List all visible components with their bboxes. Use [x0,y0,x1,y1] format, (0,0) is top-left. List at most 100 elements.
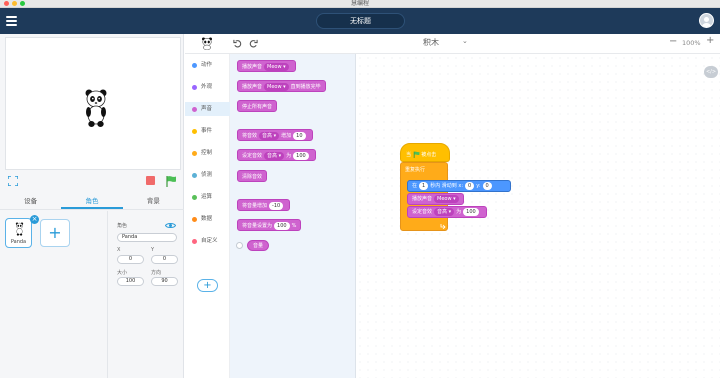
category-control[interactable]: 控制 [185,146,230,160]
mode-select[interactable]: 积木 [423,37,439,48]
add-extension-button[interactable]: + [197,279,218,292]
add-sprite-button[interactable]: + [40,219,70,247]
script-workspace[interactable]: </> 当 被点击 重复执行 在 1 秒内 滑动到 x: 0 y: 0 播放声音 Meow … [356,54,720,378]
reporter-volume[interactable]: 音量 [247,240,270,251]
user-avatar[interactable] [699,13,714,28]
effect-dropdown[interactable]: 音高 ▾ [264,152,285,160]
set-value-input[interactable]: 100 [463,208,479,216]
operators-dot-icon [192,195,197,200]
category-motion[interactable]: 动作 [185,58,230,72]
block-glide-to-xy[interactable]: 在 1 秒内 滑动到 x: 0 y: 0 [407,180,511,192]
x-input[interactable]: 0 [117,255,144,264]
sound-dropdown[interactable]: Meow ▾ [264,63,289,71]
block-label: 停止所有声音 [242,104,273,110]
block-label: 在 [412,183,418,189]
sprite-card-panda[interactable]: Panda × [5,215,39,248]
visibility-eye-icon[interactable] [165,222,176,229]
sprite-name-input[interactable]: Panda [117,233,177,242]
app-header: 无标题 [0,8,720,34]
category-sensing[interactable]: 侦测 [185,168,230,182]
motion-dot-icon [192,63,197,68]
block-label: 将音量增加 [242,203,268,209]
block-label: 被点击 [421,152,437,158]
volume-checkbox[interactable] [236,242,243,249]
control-dot-icon [192,151,197,156]
redo-icon[interactable] [249,39,258,48]
looks-dot-icon [192,85,197,90]
zoom-in-icon[interactable]: + [706,35,714,46]
fullscreen-icon[interactable] [8,176,18,186]
glide-y-input[interactable]: 0 [482,182,492,190]
category-bar: 动作 外观 声音 事件 控制 侦测 运算 数据 自定义 + [185,54,230,378]
block-label: 播放声音 [412,196,433,202]
category-label: 外观 [201,84,213,90]
block-when-flag-clicked[interactable]: 当 被点击 [400,143,450,162]
tab-backdrop[interactable]: 背景 [123,194,184,209]
block-label: 为 [286,153,292,159]
y-input[interactable]: 0 [151,255,178,264]
category-sound[interactable]: 声音 [185,102,230,116]
block-set-volume[interactable]: 将音量设置为 100% [237,219,302,231]
sound-dropdown[interactable]: Meow ▾ [264,83,289,91]
project-title-field[interactable]: 无标题 [316,13,405,29]
stage-controls [5,174,181,188]
dropdown-value: Meow [267,84,282,90]
code-view-toggle-icon[interactable]: </> [704,66,718,78]
delete-sprite-icon[interactable]: × [30,215,39,224]
block-play-sound[interactable]: 播放声音 Meow ▾ [407,193,464,205]
block-label: y: [476,183,481,189]
block-label: 秒内 滑动到 x: [430,183,464,189]
set-value-input[interactable]: 100 [293,152,309,160]
change-value-input[interactable]: 10 [293,132,306,140]
custom-dot-icon [192,239,197,244]
category-looks[interactable]: 外观 [185,80,230,94]
size-input[interactable]: 100 [117,277,144,286]
green-flag-icon [413,151,420,158]
category-label: 数据 [201,216,213,222]
block-play-sound[interactable]: 播放声音 Meow ▾ [237,60,296,72]
sprite-name-label: 角色 [117,223,128,229]
block-label: 将音量设置为 [242,223,273,229]
block-set-effect[interactable]: 设定音效 音高 ▾ 为 100 [407,206,487,218]
volume-change-input[interactable]: -10 [269,202,284,210]
category-events[interactable]: 事件 [185,124,230,138]
block-play-sound-until-done[interactable]: 播放声音 Meow ▾ 直到播放完毕 [237,80,326,92]
tab-sprites[interactable]: 角色 [61,194,123,209]
sprite-card-label: Panda [10,239,27,245]
category-data[interactable]: 数据 [185,212,230,226]
chevron-down-icon[interactable]: ⌄ [462,37,468,45]
panda-sprite-icon[interactable] [201,37,213,50]
block-label: 将音效 [242,133,258,139]
dropdown-value: 音高 [437,209,448,215]
block-change-volume[interactable]: 将音量增加 -10 [237,199,291,211]
zoom-out-icon[interactable]: − [669,36,677,47]
stop-button[interactable] [146,176,155,185]
tab-device[interactable]: 设备 [0,194,61,209]
glide-seconds-input[interactable]: 1 [419,182,429,190]
stage-canvas[interactable] [5,37,181,170]
sound-dropdown[interactable]: Meow ▾ [434,195,459,203]
window-title: 慧编程 [350,0,369,7]
block-label: % [291,223,297,229]
block-stop-all-sounds[interactable]: 停止所有声音 [237,100,278,112]
undo-icon[interactable] [233,39,242,48]
category-operators[interactable]: 运算 [185,190,230,204]
effect-dropdown[interactable]: 音高 ▾ [259,132,280,140]
block-label: 播放声音 [242,84,263,90]
effect-dropdown[interactable]: 音高 ▾ [434,208,455,216]
volume-input[interactable]: 100 [274,222,290,230]
green-flag-icon[interactable] [165,175,177,187]
data-dot-icon [192,217,197,222]
panda-sprite-icon[interactable] [84,88,108,128]
dropdown-value: 音高 [267,153,278,159]
block-change-effect[interactable]: 将音效 音高 ▾ 增加 10 [237,129,313,141]
block-set-effect[interactable]: 设定音效 音高 ▾ 为 100 [237,149,316,161]
hamburger-menu-icon[interactable] [6,16,17,26]
direction-input[interactable]: 90 [151,277,178,286]
sound-dot-icon [192,107,197,112]
block-palette: 播放声音 Meow ▾ 播放声音 Meow ▾ 直到播放完毕 停止所有声音 将音效 音高… [230,54,356,378]
block-forever[interactable]: 重复执行 在 1 秒内 滑动到 x: 0 y: 0 播放声音 Meow ▾ 设定音效 音高 ▾… [400,162,511,231]
block-clear-effects[interactable]: 清除音效 [237,170,268,182]
glide-x-input[interactable]: 0 [465,182,475,190]
category-custom[interactable]: 自定义 [185,234,230,248]
